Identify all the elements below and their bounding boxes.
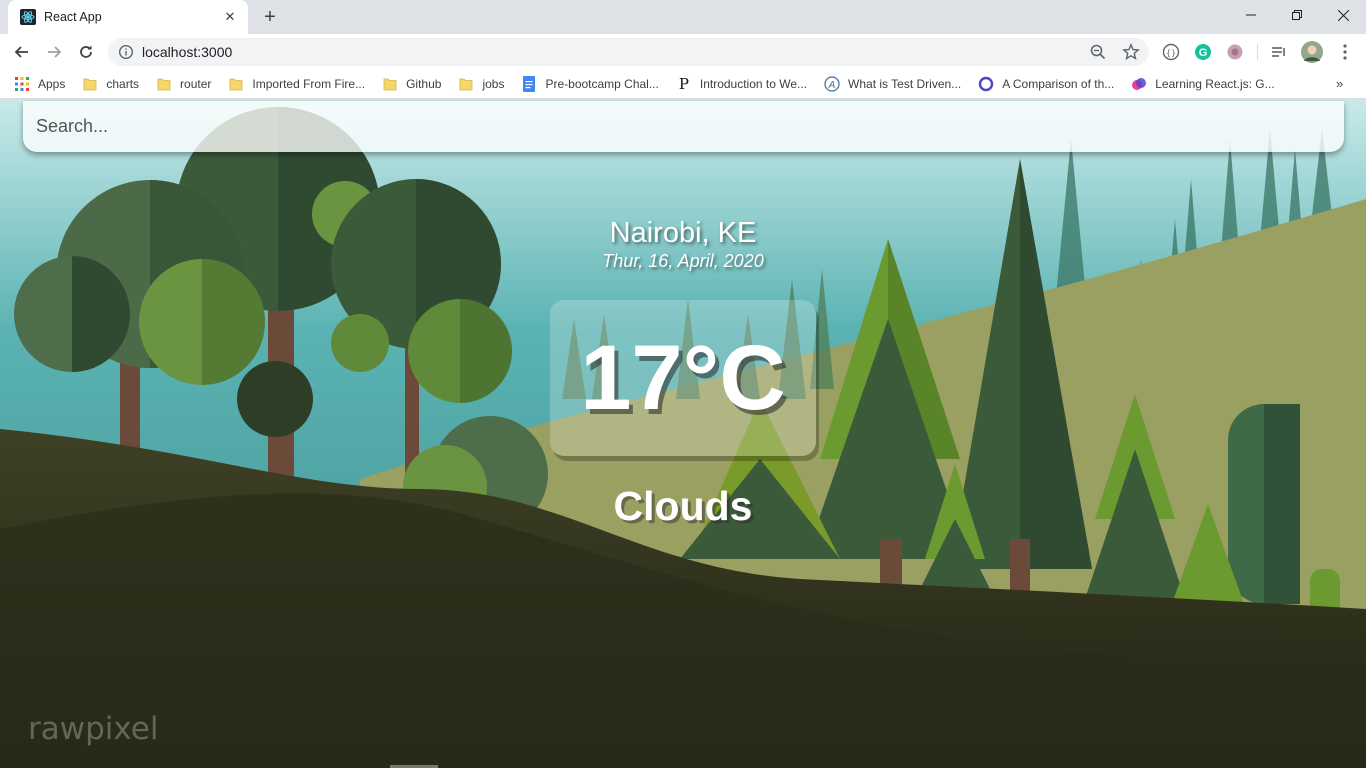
back-button[interactable] xyxy=(9,39,35,65)
bookmark-star-icon[interactable] xyxy=(1122,43,1140,61)
toolbar-separator xyxy=(1257,44,1258,60)
location-title: Nairobi, KE xyxy=(609,217,757,249)
weather-condition: Clouds xyxy=(613,483,753,529)
search-input[interactable] xyxy=(23,101,1344,152)
temperature-card: 17°C xyxy=(550,300,816,456)
tab-react-app[interactable]: React App ✕ xyxy=(8,0,248,34)
p-logo-icon: P xyxy=(678,75,689,93)
reload-button[interactable] xyxy=(73,39,99,65)
extension-code-icon[interactable]: {} xyxy=(1160,41,1182,63)
menu-dots-icon[interactable] xyxy=(1334,41,1356,63)
google-docs-icon xyxy=(521,76,537,92)
date-label: Thur, 16, April, 2020 xyxy=(602,251,764,271)
ring-logo-icon xyxy=(978,76,994,92)
arrow-left-icon xyxy=(14,46,28,58)
bookmark-label: Introduction to We... xyxy=(699,77,808,91)
restore-icon xyxy=(1292,10,1302,20)
arrow-right-icon xyxy=(48,46,62,58)
svg-text:A: A xyxy=(828,80,836,91)
blob-logo-icon xyxy=(1131,76,1147,92)
bookmark-learning-react[interactable]: Learning React.js: G... xyxy=(1131,70,1275,98)
folder-icon xyxy=(382,76,398,92)
bookmark-apps[interactable]: Apps xyxy=(14,70,65,98)
bookmark-label: jobs xyxy=(482,77,505,91)
close-icon xyxy=(1337,9,1349,21)
profile-avatar[interactable] xyxy=(1301,41,1323,63)
folder-icon xyxy=(156,76,172,92)
bookmark-label: A Comparison of th... xyxy=(1002,77,1115,91)
info-icon xyxy=(118,44,134,60)
browser-toolbar: localhost:3000 {} G xyxy=(0,34,1366,70)
forward-button[interactable] xyxy=(41,39,67,65)
tab-close-icon[interactable]: ✕ xyxy=(222,9,238,25)
folder-icon xyxy=(228,76,244,92)
a-logo-icon: A xyxy=(824,76,840,92)
apps-grid-icon xyxy=(14,76,30,92)
bookmark-folder-imported[interactable]: Imported From Fire... xyxy=(228,70,365,98)
bookmark-label: What is Test Driven... xyxy=(848,77,962,91)
bookmark-label: Pre-bootcamp Chal... xyxy=(545,77,659,91)
bookmark-label: router xyxy=(180,77,212,91)
extension-avatar-icon[interactable] xyxy=(1224,41,1246,63)
bookmarks-overflow-button[interactable]: » xyxy=(1336,76,1343,91)
folder-icon xyxy=(458,76,474,92)
svg-text:{}: {} xyxy=(1166,49,1176,58)
reload-icon xyxy=(80,45,92,58)
bookmark-prebootcamp[interactable]: Pre-bootcamp Chal... xyxy=(521,70,659,98)
bookmark-label: charts xyxy=(106,77,140,91)
grammarly-icon[interactable]: G xyxy=(1192,41,1214,63)
bookmark-folder-github[interactable]: Github xyxy=(382,70,441,98)
close-window-button[interactable] xyxy=(1320,0,1366,30)
weather-app: Nairobi, KE Thur, 16, April, 2020 17°C C… xyxy=(0,99,1366,768)
react-logo-icon xyxy=(20,9,36,25)
rawpixel-watermark: rawpixel xyxy=(28,711,159,747)
temperature-value: 17°C xyxy=(580,327,786,429)
bookmark-label: Apps xyxy=(38,77,66,91)
bookmarks-bar: Apps charts router Imported From Fire...… xyxy=(0,70,1366,98)
minimize-button[interactable] xyxy=(1228,0,1274,30)
zoom-out-icon[interactable] xyxy=(1090,44,1106,60)
bookmark-label: Learning React.js: G... xyxy=(1155,77,1275,91)
folder-icon xyxy=(82,76,98,92)
bookmark-folder-router[interactable]: router xyxy=(156,70,211,98)
bookmark-label: Github xyxy=(406,77,442,91)
minimize-icon xyxy=(1246,14,1256,16)
bookmark-tdd[interactable]: A What is Test Driven... xyxy=(824,70,961,98)
bookmark-label: Imported From Fire... xyxy=(252,77,366,91)
bookmark-comparison[interactable]: A Comparison of th... xyxy=(978,70,1114,98)
bookmark-folder-charts[interactable]: charts xyxy=(82,70,139,98)
media-queue-icon[interactable] xyxy=(1268,41,1290,63)
url-text[interactable]: localhost:3000 xyxy=(142,44,232,60)
new-tab-button[interactable]: + xyxy=(259,6,281,28)
svg-text:G: G xyxy=(1199,47,1208,59)
restore-button[interactable] xyxy=(1274,0,1320,30)
tab-title: React App xyxy=(44,10,102,24)
address-bar[interactable]: localhost:3000 xyxy=(108,38,1149,66)
bookmark-introduction[interactable]: P Introduction to We... xyxy=(676,70,807,98)
tab-strip: React App ✕ + xyxy=(0,0,1366,34)
bookmark-folder-jobs[interactable]: jobs xyxy=(458,70,504,98)
search-bar xyxy=(23,101,1344,152)
